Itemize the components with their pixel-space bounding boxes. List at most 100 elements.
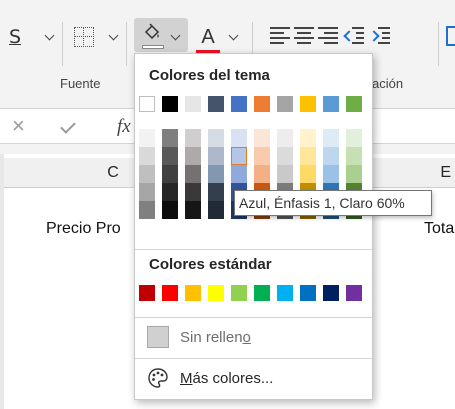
theme-color-swatch[interactable] xyxy=(139,96,155,112)
theme-color-swatch[interactable] xyxy=(346,96,362,112)
more-colors-item[interactable]: Más colores... xyxy=(147,363,361,393)
theme-shade-swatch[interactable] xyxy=(208,201,224,219)
cancel-entry-icon[interactable]: × xyxy=(12,113,25,139)
theme-color-swatch[interactable] xyxy=(231,96,247,112)
theme-shade-swatch[interactable] xyxy=(208,165,224,183)
align-left-icon[interactable] xyxy=(270,27,290,45)
theme-color-swatch[interactable] xyxy=(254,96,270,112)
theme-shade-swatch[interactable] xyxy=(323,129,339,147)
standard-color-swatch[interactable] xyxy=(277,285,293,301)
menu-divider xyxy=(135,249,372,250)
standard-color-swatch[interactable] xyxy=(231,285,247,301)
underline-button[interactable]: S xyxy=(4,24,26,50)
theme-shade-swatch[interactable] xyxy=(323,165,339,183)
more-colors-label: Más colores... xyxy=(180,369,274,387)
theme-shade-swatch[interactable] xyxy=(346,147,362,165)
theme-shade-swatch[interactable] xyxy=(208,183,224,201)
menu-divider xyxy=(135,317,372,318)
theme-shade-swatch[interactable] xyxy=(139,165,155,183)
theme-shade-swatch[interactable] xyxy=(346,165,362,183)
wrap-text-icon[interactable] xyxy=(446,26,455,46)
theme-shade-swatch[interactable] xyxy=(139,201,155,219)
theme-shade-swatch[interactable] xyxy=(277,147,293,165)
ribbon-separator xyxy=(62,22,63,66)
theme-shade-swatch[interactable] xyxy=(231,165,247,183)
theme-shade-swatch[interactable] xyxy=(300,165,316,183)
theme-shade-swatch[interactable] xyxy=(231,147,247,165)
theme-shade-swatch[interactable] xyxy=(323,147,339,165)
standard-color-swatch[interactable] xyxy=(254,285,270,301)
standard-color-swatch[interactable] xyxy=(300,285,316,301)
theme-shade-column xyxy=(185,129,201,219)
theme-shade-swatch[interactable] xyxy=(185,165,201,183)
theme-color-swatch[interactable] xyxy=(208,96,224,112)
borders-button[interactable] xyxy=(70,24,98,50)
standard-color-swatch[interactable] xyxy=(139,285,155,301)
theme-colors-row xyxy=(139,96,369,112)
align-center-icon[interactable] xyxy=(294,27,314,45)
column-header-label: C xyxy=(107,163,119,181)
theme-shade-swatch[interactable] xyxy=(208,129,224,147)
theme-shade-swatch[interactable] xyxy=(162,147,178,165)
theme-color-swatch[interactable] xyxy=(162,96,178,112)
ribbon-separator xyxy=(438,22,439,66)
confirm-entry-icon[interactable] xyxy=(60,118,76,134)
theme-shade-swatch[interactable] xyxy=(300,129,316,147)
theme-colors-heading: Colores del tema xyxy=(149,67,270,84)
theme-shade-swatch[interactable] xyxy=(346,129,362,147)
standard-color-swatch[interactable] xyxy=(162,285,178,301)
theme-shade-swatch[interactable] xyxy=(185,183,201,201)
fill-color-dropdown: Colores del tema Colores estándar Sin re… xyxy=(134,53,373,400)
color-tooltip: Azul, Énfasis 1, Claro 60% xyxy=(234,190,432,216)
align-right-icon[interactable] xyxy=(318,27,338,45)
cell-price-header[interactable]: Precio Pro xyxy=(46,220,121,238)
no-fill-swatch-icon xyxy=(147,326,169,348)
theme-color-swatch[interactable] xyxy=(323,96,339,112)
theme-shade-swatch[interactable] xyxy=(254,147,270,165)
theme-shade-swatch[interactable] xyxy=(162,129,178,147)
menu-divider xyxy=(135,358,372,359)
standard-color-swatch[interactable] xyxy=(323,285,339,301)
standard-color-swatch[interactable] xyxy=(185,285,201,301)
palette-icon xyxy=(148,368,168,388)
theme-shade-swatch[interactable] xyxy=(185,129,201,147)
underline-dropdown-chevron-icon[interactable] xyxy=(44,30,56,44)
theme-shade-swatch[interactable] xyxy=(139,147,155,165)
theme-shade-swatch[interactable] xyxy=(185,201,201,219)
standard-color-swatch[interactable] xyxy=(208,285,224,301)
theme-color-swatch[interactable] xyxy=(277,96,293,112)
font-color-dropdown-chevron-icon[interactable] xyxy=(228,30,240,44)
theme-shade-swatch[interactable] xyxy=(300,147,316,165)
alignment-group-label: ación xyxy=(372,76,404,91)
theme-shade-swatch[interactable] xyxy=(185,147,201,165)
theme-shade-swatch[interactable] xyxy=(162,183,178,201)
theme-shade-swatch[interactable] xyxy=(162,165,178,183)
theme-shade-swatch[interactable] xyxy=(208,147,224,165)
standard-colors-heading: Colores estándar xyxy=(149,256,272,273)
theme-shade-swatch[interactable] xyxy=(231,129,247,147)
fill-color-dropdown-chevron-icon[interactable] xyxy=(170,30,182,44)
theme-shade-column xyxy=(162,129,178,219)
theme-shade-swatch[interactable] xyxy=(162,201,178,219)
fill-color-button[interactable] xyxy=(134,18,188,52)
standard-color-swatch[interactable] xyxy=(346,285,362,301)
increase-indent-icon[interactable] xyxy=(368,27,390,45)
theme-shade-swatch[interactable] xyxy=(254,165,270,183)
theme-shade-swatch[interactable] xyxy=(277,129,293,147)
paint-bucket-icon xyxy=(144,23,160,40)
insert-function-button[interactable]: fx xyxy=(117,116,131,138)
theme-shade-swatch[interactable] xyxy=(139,183,155,201)
decrease-indent-icon[interactable] xyxy=(343,27,364,45)
ribbon-separator xyxy=(126,22,127,66)
theme-shade-swatch[interactable] xyxy=(139,129,155,147)
theme-shade-swatch[interactable] xyxy=(254,129,270,147)
borders-dropdown-chevron-icon[interactable] xyxy=(108,30,120,44)
column-header-label: E xyxy=(440,163,451,181)
theme-color-swatch[interactable] xyxy=(300,96,316,112)
cell-total-header[interactable]: Tota xyxy=(424,220,454,238)
theme-color-swatch[interactable] xyxy=(185,96,201,112)
theme-shade-swatch[interactable] xyxy=(277,165,293,183)
font-color-button[interactable]: A xyxy=(196,24,220,54)
no-fill-item[interactable]: Sin relleno xyxy=(147,322,361,352)
fill-color-indicator xyxy=(142,45,164,49)
